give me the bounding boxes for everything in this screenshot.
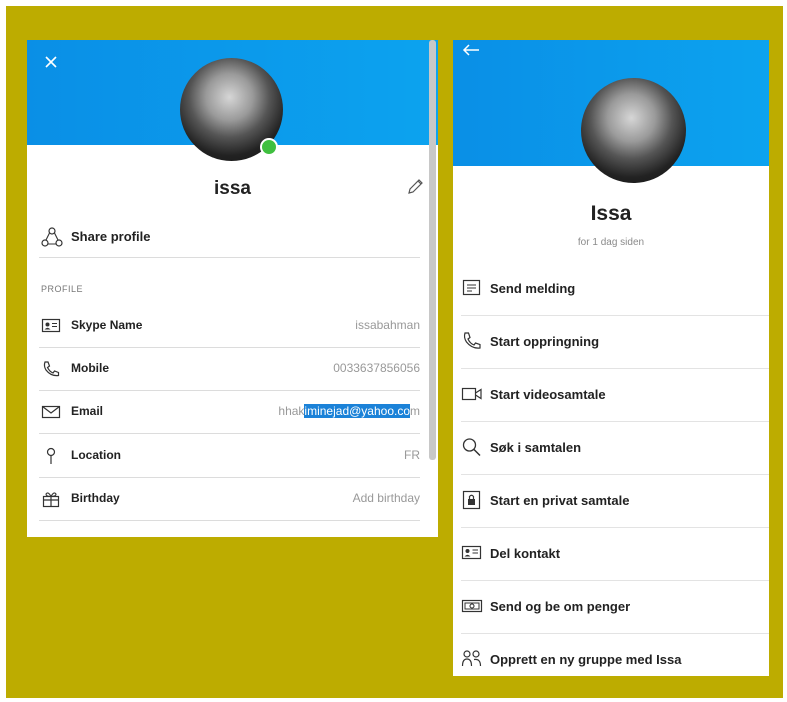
section-title: PROFILE	[41, 284, 84, 294]
phone-icon	[461, 331, 483, 351]
field-value-email[interactable]: hhakiminejad@yahoo.com	[278, 404, 420, 418]
phone-icon	[41, 360, 61, 378]
divider	[461, 315, 769, 316]
back-arrow-icon[interactable]	[461, 43, 481, 57]
action-start-video-call[interactable]: Start videosamtale	[453, 370, 769, 422]
field-skype-name[interactable]: Skype Name issabahman	[39, 306, 420, 348]
share-profile-button[interactable]: Share profile	[39, 222, 419, 258]
contact-card-icon	[41, 317, 61, 335]
contact-name: Issa	[590, 202, 632, 225]
location-pin-icon	[41, 447, 61, 465]
edit-pencil-icon[interactable]	[405, 177, 425, 197]
action-label: Send og be om penger	[490, 599, 631, 614]
contact-card-icon	[461, 543, 483, 563]
divider	[39, 390, 420, 391]
divider	[461, 421, 769, 422]
divider	[39, 433, 420, 434]
divider	[461, 580, 769, 581]
profile-name: issa	[214, 178, 251, 199]
search-icon	[461, 437, 483, 457]
message-icon	[461, 278, 483, 298]
divider	[39, 520, 420, 521]
field-label: Location	[71, 448, 121, 462]
close-icon[interactable]	[42, 53, 60, 71]
lock-icon	[461, 490, 483, 510]
email-value-selection: iminejad@yahoo.co	[304, 404, 410, 418]
share-icon	[41, 226, 63, 248]
action-label: Søk i samtalen	[490, 440, 582, 455]
last-seen-status: for 1 dag siden	[577, 237, 645, 248]
action-send-message[interactable]: Send melding	[453, 264, 769, 316]
action-label: Start oppringning	[490, 334, 600, 349]
field-mobile[interactable]: Mobile 0033637856056	[39, 349, 420, 391]
field-location[interactable]: Location FR	[39, 436, 420, 478]
action-start-call[interactable]: Start oppringning	[453, 317, 769, 369]
divider	[461, 368, 769, 369]
action-start-private-conversation[interactable]: Start en privat samtale	[453, 476, 769, 528]
action-search-conversation[interactable]: Søk i samtalen	[453, 423, 769, 475]
action-send-request-money[interactable]: Send og be om penger	[453, 582, 769, 634]
email-value-suffix: m	[410, 404, 420, 418]
field-email[interactable]: Email hhakiminejad@yahoo.com	[39, 392, 420, 434]
action-label: Start en privat samtale	[490, 493, 630, 508]
action-share-contact[interactable]: Del kontakt	[453, 529, 769, 581]
divider	[461, 633, 769, 634]
divider	[461, 474, 769, 475]
field-value: FR	[404, 448, 420, 462]
divider	[39, 477, 420, 478]
divider	[461, 527, 769, 528]
field-label: Skype Name	[71, 318, 143, 332]
video-camera-icon	[461, 384, 483, 404]
field-label: Birthday	[71, 491, 120, 505]
scrollbar[interactable]	[429, 40, 436, 460]
action-label: Send melding	[490, 281, 576, 296]
divider	[39, 257, 420, 258]
email-value-prefix: hhak	[278, 404, 305, 418]
group-icon	[461, 649, 483, 669]
field-value: Add birthday	[352, 491, 420, 505]
profile-panel: issa Share profile PROFILE Skype Name is…	[27, 40, 438, 537]
contact-panel: Issa for 1 dag siden Send melding Start …	[453, 40, 769, 676]
action-label: Opprett en ny gruppe med Issa	[490, 652, 682, 667]
money-icon	[461, 596, 483, 616]
action-create-group[interactable]: Opprett en ny gruppe med Issa	[453, 635, 769, 676]
avatar[interactable]	[581, 78, 686, 183]
mail-icon	[41, 403, 61, 421]
field-value: 0033637856056	[333, 361, 420, 375]
presence-online-indicator	[260, 138, 278, 156]
share-profile-label: Share profile	[71, 229, 151, 244]
gift-icon	[41, 490, 61, 508]
divider	[39, 347, 420, 348]
action-label: Del kontakt	[490, 546, 561, 561]
action-label: Start videosamtale	[490, 387, 606, 402]
field-label: Mobile	[71, 361, 109, 375]
field-value: issabahman	[355, 318, 420, 332]
field-birthday[interactable]: Birthday Add birthday	[39, 479, 420, 521]
field-label: Email	[71, 404, 104, 418]
